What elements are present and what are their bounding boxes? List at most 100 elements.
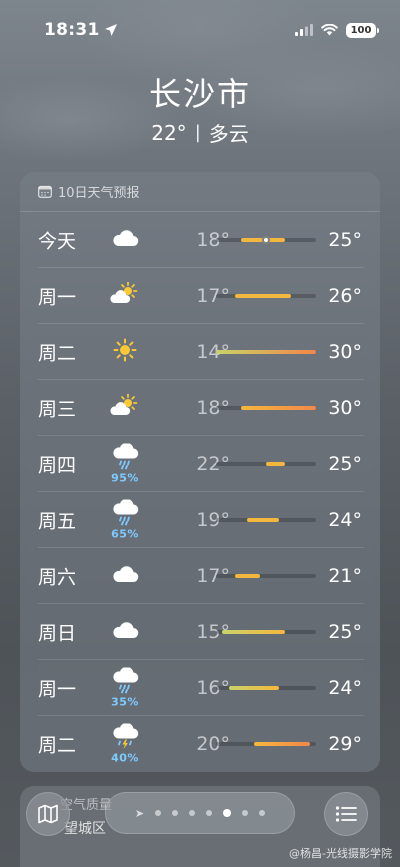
map-button[interactable] <box>26 792 70 836</box>
temperature-range-fill <box>266 462 285 466</box>
calendar-icon <box>38 185 52 198</box>
battery-icon: 100 <box>346 22 379 38</box>
forecast-row[interactable]: 周二 14° 30° <box>20 324 380 380</box>
forecast-day: 周四 <box>38 454 77 477</box>
rain-icon <box>110 666 140 698</box>
page-dot-active[interactable] <box>223 809 232 817</box>
temperature-range-bar <box>216 686 316 690</box>
map-icon <box>38 804 58 824</box>
high-temp: 26° <box>328 285 362 307</box>
temperature-range-bar <box>216 406 316 410</box>
high-temp: 29° <box>328 733 362 755</box>
forecast-row[interactable]: 周一 35% 16° 24° <box>20 660 380 716</box>
temperature-range-bar <box>216 236 316 244</box>
page-dot[interactable] <box>242 810 249 816</box>
forecast-row[interactable]: 周一 17° 26° <box>20 268 380 324</box>
temperature-range-bar <box>216 350 316 354</box>
forecast-day: 周五 <box>38 510 77 533</box>
thunderstorm-icon <box>110 722 140 754</box>
page-dot[interactable] <box>259 810 266 816</box>
forecast-icon-wrap <box>106 619 144 645</box>
city-name: 长沙市 <box>148 75 251 113</box>
current-temp-marker <box>262 236 270 244</box>
forecast-icon-wrap <box>106 227 144 253</box>
summary-separator: | <box>194 122 201 143</box>
city-list-button[interactable] <box>324 792 368 836</box>
forecast-row[interactable]: 周六 17° 21° <box>20 548 380 604</box>
status-icons: 100 <box>295 22 379 38</box>
temperature-range-fill <box>241 406 316 410</box>
high-temp: 21° <box>328 565 362 587</box>
high-temp: 30° <box>328 397 362 419</box>
page-dot[interactable] <box>189 810 196 816</box>
forecast-row[interactable]: 周三 18° 30° <box>20 380 380 436</box>
high-temp: 24° <box>328 677 362 699</box>
page-indicator[interactable]: ➤ <box>105 792 295 834</box>
clock: 18:31 <box>44 20 100 40</box>
forecast-icon-wrap <box>106 338 144 366</box>
forecast-icon-wrap: 40% <box>106 722 144 765</box>
list-icon <box>335 806 357 822</box>
page-dot[interactable] <box>206 810 213 816</box>
location-arrow-icon: ➤ <box>134 806 145 820</box>
precipitation-chance: 40% <box>111 751 139 765</box>
status-time: 18:31 <box>44 20 118 40</box>
high-temp: 25° <box>328 229 362 251</box>
temperature-range-fill <box>234 294 291 298</box>
watermark: @杨昌-光线摄影学院 <box>289 847 392 860</box>
temperature-range-bar <box>216 518 316 522</box>
temperature-range-fill <box>222 630 285 634</box>
rain-icon <box>110 498 140 530</box>
precipitation-chance: 65% <box>111 527 139 541</box>
forecast-icon-wrap <box>106 281 144 310</box>
status-bar: 18:31 100 <box>0 0 400 60</box>
temperature-range-bar <box>216 574 316 578</box>
high-temp: 25° <box>328 453 362 475</box>
forecast-icon-wrap: 35% <box>106 666 144 709</box>
forecast-icon-wrap: 65% <box>106 498 144 541</box>
forecast-title: 10日天气预报 <box>58 186 140 201</box>
wifi-icon <box>321 24 338 36</box>
high-temp: 30° <box>328 341 362 363</box>
temperature-range-fill <box>216 350 316 354</box>
cellular-signal-icon <box>295 24 313 36</box>
forecast-card-header: 10日天气预报 <box>20 172 380 212</box>
ten-day-forecast-card[interactable]: 10日天气预报 今天 18° 25° 周一 17° 26° 周二 14° 30° 周三 18°… <box>20 172 380 772</box>
high-temp: 25° <box>328 621 362 643</box>
bottom-toolbar: ➤ <box>0 790 400 850</box>
forecast-row[interactable]: 周日 15° 25° <box>20 604 380 660</box>
page-dot[interactable] <box>172 810 179 816</box>
temperature-range-bar <box>216 462 316 466</box>
cloud-icon <box>110 563 140 589</box>
temperature-range-fill <box>234 574 260 578</box>
forecast-row[interactable]: 今天 18° 25° <box>20 212 380 268</box>
weather-header: 长沙市 22° | 多云 <box>0 72 400 147</box>
temperature-range-bar <box>216 630 316 634</box>
temperature-range-fill <box>228 686 279 690</box>
forecast-day: 周三 <box>38 398 77 421</box>
temperature-range-fill <box>253 742 310 746</box>
location-arrow-icon <box>104 24 117 36</box>
forecast-day: 周二 <box>38 734 77 757</box>
temperature-range-fill <box>247 518 279 522</box>
forecast-day: 今天 <box>38 230 77 253</box>
partly-cloudy-icon <box>109 281 141 310</box>
current-summary: 22° | 多云 <box>0 118 400 147</box>
current-temp: 22° <box>151 120 187 145</box>
forecast-icon-wrap <box>106 393 144 422</box>
forecast-icon-wrap: 95% <box>106 442 144 485</box>
forecast-row[interactable]: 周四 95% 22° 25° <box>20 436 380 492</box>
temperature-range-bar <box>216 742 316 746</box>
forecast-day: 周一 <box>38 678 77 701</box>
page-dot[interactable] <box>155 810 162 816</box>
high-temp: 24° <box>328 509 362 531</box>
cloud-icon <box>110 619 140 645</box>
rain-icon <box>110 442 140 474</box>
battery-level: 100 <box>350 24 372 36</box>
forecast-row[interactable]: 周二 40% 20° 29° <box>20 716 380 772</box>
precipitation-chance: 95% <box>111 471 139 485</box>
partly-cloudy-icon <box>109 393 141 422</box>
current-condition: 多云 <box>208 122 249 146</box>
forecast-day: 周六 <box>38 566 77 589</box>
forecast-row[interactable]: 周五 65% 19° 24° <box>20 492 380 548</box>
